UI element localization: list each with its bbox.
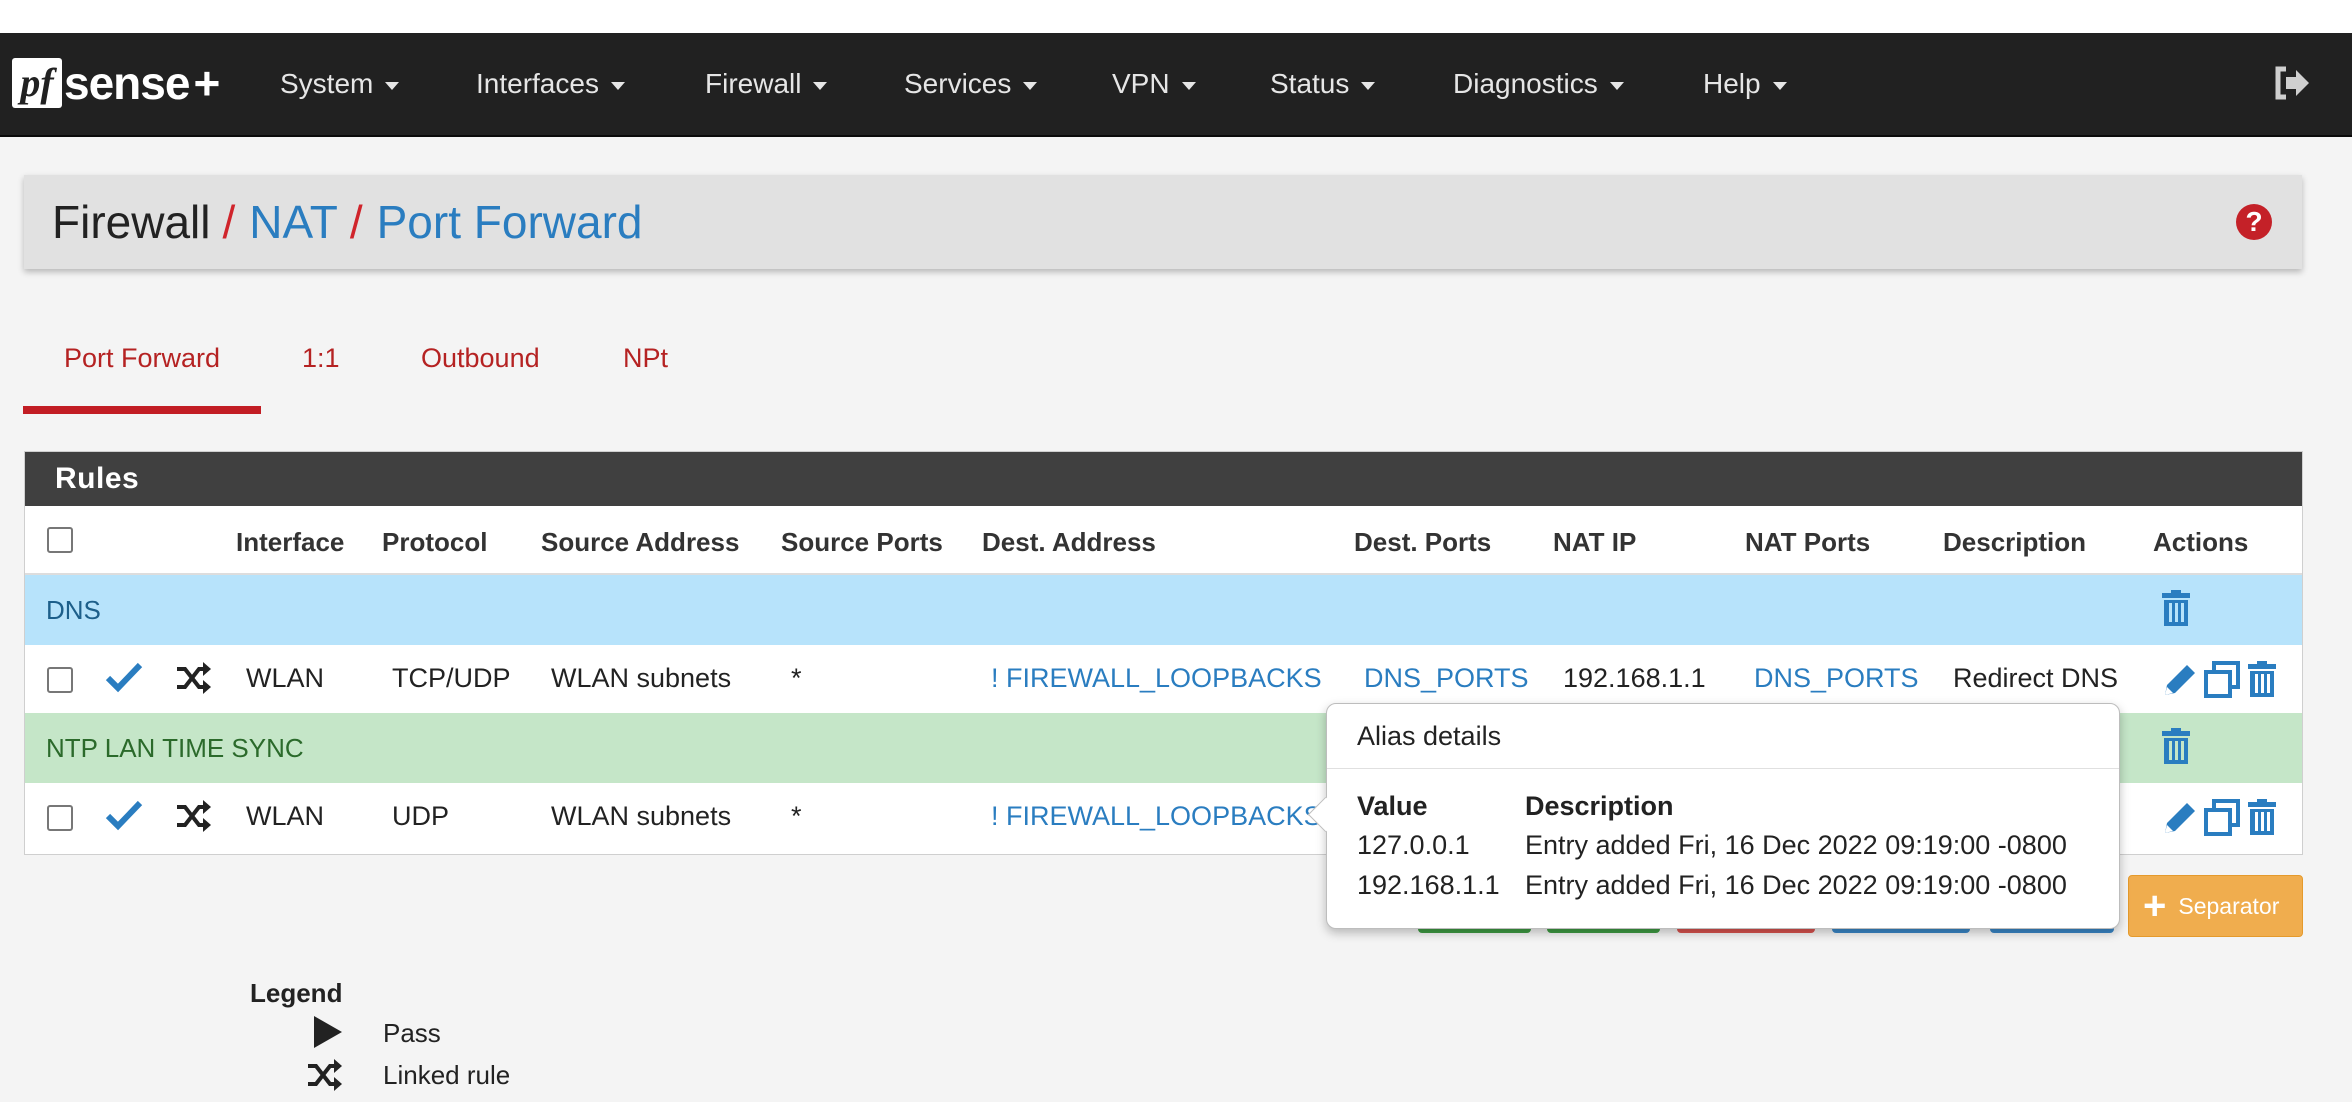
popover-title: Alias details [1327,704,2119,769]
shuffle-icon [177,662,211,694]
nav-vpn[interactable]: VPN [1112,33,1196,135]
col-dest-address[interactable]: Dest. Address [982,527,1156,558]
logo-name: sense [64,57,190,109]
trash-icon[interactable] [2161,590,2191,626]
tab-port-forward[interactable]: Port Forward [23,330,261,414]
logo-plus: + [193,57,221,109]
copy-icon[interactable] [2203,661,2241,699]
breadcrumb-separator: / [222,196,236,248]
legend-linked-label: Linked rule [383,1060,511,1090]
breadcrumb-port-forward[interactable]: Port Forward [377,195,643,249]
alias-details-popover: Alias details Value Description 127.0.0.… [1307,703,2120,929]
trash-icon[interactable] [2247,661,2277,697]
tab-one-to-one[interactable]: 1:1 [302,330,340,406]
plus-icon: + [2143,884,2167,928]
nav-diagnostics[interactable]: Diagnostics [1453,33,1624,135]
col-dest-ports[interactable]: Dest. Ports [1354,527,1491,558]
cell-interface: WLAN [246,663,325,693]
popover-col-description: Description [1525,791,1674,821]
popover-entry-value: 192.168.1.1 [1357,870,1500,900]
separator-label: NTP LAN TIME SYNC [46,733,304,763]
navbar: pf sense + System Interfaces Firewall Se… [0,33,2352,137]
chevron-down-icon [1181,82,1196,90]
nav-system[interactable]: System [280,33,400,135]
pfsense-logo[interactable]: pf sense + [12,53,220,113]
col-nat-ip[interactable]: NAT IP [1553,527,1636,558]
table-header: Interface Protocol Source Address Source… [25,506,2302,575]
nav-firewall[interactable]: Firewall [705,33,828,135]
chevron-down-icon [385,82,400,90]
cell-source-ports: * [791,801,802,831]
cell-interface: WLAN [246,801,325,831]
trash-icon[interactable] [2247,799,2277,835]
add-separator-button[interactable]: + Separator [2128,875,2303,937]
row-checkbox[interactable] [47,667,73,693]
logo-pf-mark: pf [12,58,62,108]
separator-label: DNS [46,595,101,625]
row-checkbox[interactable] [47,805,73,831]
popover-col-value: Value [1357,791,1428,821]
separator-row-dns[interactable]: DNS [25,575,2302,645]
col-source-address[interactable]: Source Address [541,527,739,558]
nav-services[interactable]: Services [904,33,1038,135]
help-icon[interactable]: ? [2236,204,2272,240]
cell-source-ports: * [791,663,802,693]
chevron-down-icon [1609,82,1624,90]
cell-dest-address-link[interactable]: ! FIREWALL_LOOPBACKS [991,801,1322,832]
nav-interfaces[interactable]: Interfaces [476,33,625,135]
shuffle-icon [177,800,211,832]
cell-dest-ports-link[interactable]: DNS_PORTS [1364,663,1529,694]
breadcrumb-nat[interactable]: NAT [249,195,338,249]
chevron-down-icon [610,82,625,90]
cell-nat-ip: 192.168.1.1 [1563,663,1706,693]
col-interface[interactable]: Interface [236,527,344,558]
shuffle-icon [308,1059,342,1091]
check-icon[interactable] [105,661,143,693]
check-icon[interactable] [105,799,143,831]
col-source-ports[interactable]: Source Ports [781,527,943,558]
trash-icon[interactable] [2161,728,2191,764]
select-all-checkbox[interactable] [47,527,73,553]
breadcrumb-separator: / [349,196,363,248]
popover-entry-value: 127.0.0.1 [1357,830,1470,860]
col-protocol[interactable]: Protocol [382,527,487,558]
legend-title: Legend [250,978,343,1008]
cell-source-address: WLAN subnets [551,663,732,693]
col-actions: Actions [2153,527,2249,557]
cell-source-address: WLAN subnets [551,801,732,831]
breadcrumb-firewall: Firewall [52,196,211,248]
rules-heading: Rules [25,452,2302,506]
play-icon [314,1016,342,1048]
logout-icon[interactable] [2272,63,2312,103]
chevron-down-icon [1772,82,1787,90]
cell-protocol: TCP/UDP [392,663,511,693]
cell-protocol: UDP [392,801,450,831]
tab-outbound[interactable]: Outbound [421,330,540,406]
col-nat-ports[interactable]: NAT Ports [1745,527,1870,558]
popover-entry-description: Entry added Fri, 16 Dec 2022 09:19:00 -0… [1525,870,2067,900]
col-description[interactable]: Description [1943,527,2086,558]
popover-entry-description: Entry added Fri, 16 Dec 2022 09:19:00 -0… [1525,830,2067,860]
copy-icon[interactable] [2203,799,2241,837]
breadcrumb: Firewall / NAT / Port Forward ? [24,175,2302,269]
nav-help[interactable]: Help [1703,33,1787,135]
cell-dest-address-link[interactable]: ! FIREWALL_LOOPBACKS [991,663,1322,694]
cell-description: Redirect DNS [1953,663,2119,693]
chevron-down-icon [813,82,828,90]
legend-pass-label: Pass [383,1018,441,1048]
chevron-down-icon [1023,82,1038,90]
top-strip [0,0,2352,33]
cell-nat-ports-link[interactable]: DNS_PORTS [1754,663,1919,694]
edit-pencil-icon[interactable] [2161,661,2199,699]
separator-button-label: Separator [2178,892,2280,919]
edit-pencil-icon[interactable] [2161,799,2199,837]
chevron-down-icon [1361,82,1376,90]
tab-npt[interactable]: NPt [623,330,668,406]
nav-status[interactable]: Status [1270,33,1376,135]
